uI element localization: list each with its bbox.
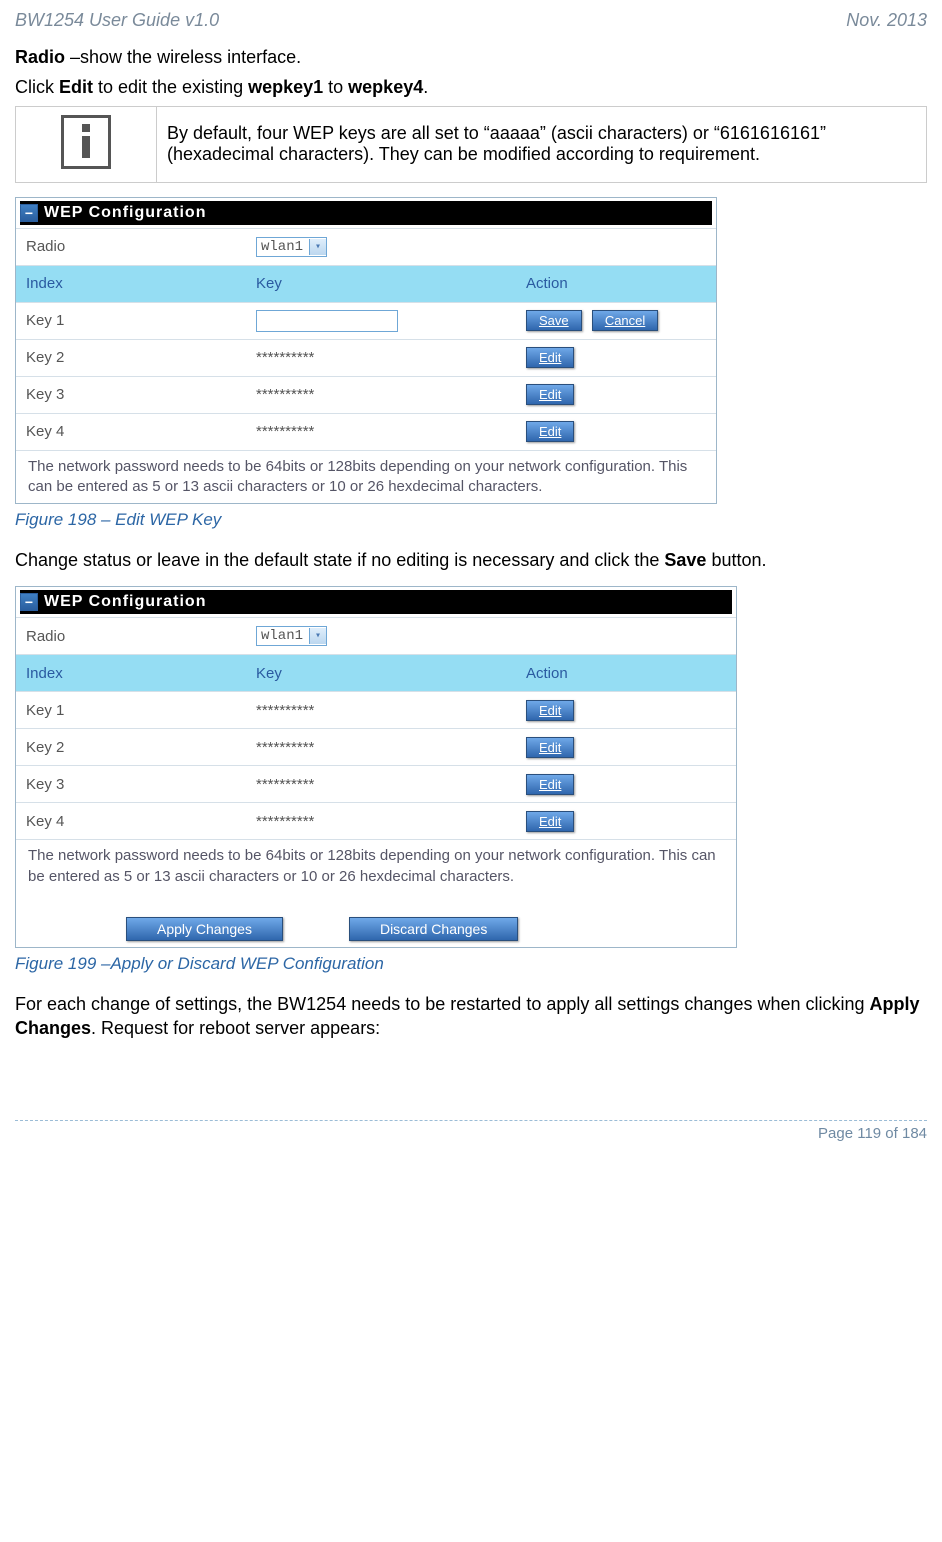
collapse-icon[interactable]: − — [20, 204, 38, 222]
edit-button[interactable]: Edit — [526, 384, 574, 405]
t3: to edit the existing — [93, 77, 248, 97]
info-box: By default, four WEP keys are all set to… — [15, 106, 927, 183]
key1-input[interactable] — [256, 310, 398, 332]
edit-button[interactable]: Edit — [526, 737, 574, 758]
t7: . — [423, 77, 428, 97]
chevron-down-icon: ▾ — [309, 239, 326, 255]
col-key: Key — [246, 269, 516, 298]
col-index: Index — [16, 269, 246, 298]
fig2-row-2: Key 2 ********** Edit — [16, 729, 736, 766]
fig1-radio-row: Radio wlan1 ▾ — [16, 229, 716, 266]
fig1-row2-index: Key 2 — [16, 343, 246, 372]
fig1-row-3: Key 3 ********** Edit — [16, 377, 716, 414]
fig2-row2-key: ********** — [246, 733, 516, 762]
fig2-row-4: Key 4 ********** Edit — [16, 803, 736, 840]
edit-button[interactable]: Edit — [526, 700, 574, 721]
edit-button[interactable]: Edit — [526, 347, 574, 368]
fig2-row2-index: Key 2 — [16, 733, 246, 762]
radio-line: Radio –show the wireless interface. — [15, 45, 927, 69]
wep-config-fig1: − WEP Configuration Radio wlan1 ▾ Index … — [15, 197, 717, 505]
info-icon-cell — [16, 106, 157, 182]
fig1-title: WEP Configuration — [40, 202, 712, 224]
fig2-header-row: Index Key Action — [16, 655, 736, 692]
m2: Save — [664, 550, 706, 570]
fig2-row-1: Key 1 ********** Edit — [16, 692, 736, 729]
fig2-radio-label: Radio — [16, 622, 246, 651]
discard-changes-button[interactable]: Discard Changes — [349, 917, 518, 941]
t6: wepkey4 — [348, 77, 423, 97]
cancel-button[interactable]: Cancel — [592, 310, 658, 331]
page-number: Page 119 of 184 — [818, 1125, 927, 1142]
edit-button[interactable]: Edit — [526, 811, 574, 832]
fig1-row-1: Key 1 Save Cancel — [16, 303, 716, 340]
mid-text: Change status or leave in the default st… — [15, 548, 927, 572]
fig2-row3-key: ********** — [246, 770, 516, 799]
col-action: Action — [516, 659, 736, 688]
fig1-row4-key: ********** — [246, 417, 516, 446]
fig2-row3-index: Key 3 — [16, 770, 246, 799]
fig1-row3-key: ********** — [246, 380, 516, 409]
edit-button[interactable]: Edit — [526, 774, 574, 795]
col-index: Index — [16, 659, 246, 688]
fig2-note: The network password needs to be 64bits … — [16, 840, 736, 893]
fig1-radio-value: wlan1 — [261, 239, 303, 255]
fig1-row3-index: Key 3 — [16, 380, 246, 409]
caption-199: Figure 199 –Apply or Discard WEP Configu… — [15, 954, 927, 974]
fig1-radio-label: Radio — [16, 232, 246, 261]
apply-discard-row: Apply Changes Discard Changes — [16, 893, 736, 947]
fig2-title: WEP Configuration — [40, 591, 732, 613]
page-header: BW1254 User Guide v1.0 Nov. 2013 — [15, 10, 927, 39]
fig1-row-4: Key 4 ********** Edit — [16, 414, 716, 451]
caption-198: Figure 198 – Edit WEP Key — [15, 510, 927, 530]
fig2-row4-index: Key 4 — [16, 807, 246, 836]
fig1-header-row: Index Key Action — [16, 266, 716, 303]
edit-line: Click Edit to edit the existing wepkey1 … — [15, 75, 927, 99]
fig1-row2-key: ********** — [246, 343, 516, 372]
fig1-row4-index: Key 4 — [16, 417, 246, 446]
info-text: By default, four WEP keys are all set to… — [157, 106, 927, 182]
t2: Edit — [59, 77, 93, 97]
fig2-radio-row: Radio wlan1 ▾ — [16, 618, 736, 655]
t1: Click — [15, 77, 59, 97]
c3: . Request for reboot server appears: — [91, 1018, 380, 1038]
fig1-radio-select[interactable]: wlan1 ▾ — [256, 237, 327, 257]
fig2-row4-key: ********** — [246, 807, 516, 836]
col-key: Key — [246, 659, 516, 688]
fig1-title-row: − WEP Configuration — [16, 198, 716, 229]
wep-config-fig2: − WEP Configuration Radio wlan1 ▾ Index … — [15, 586, 737, 948]
radio-label: Radio — [15, 47, 65, 67]
t5: to — [323, 77, 348, 97]
fig2-radio-select[interactable]: wlan1 ▾ — [256, 626, 327, 646]
fig2-row1-index: Key 1 — [16, 696, 246, 725]
header-left: BW1254 User Guide v1.0 — [15, 10, 219, 31]
edit-button[interactable]: Edit — [526, 421, 574, 442]
fig2-title-row: − WEP Configuration — [16, 587, 736, 618]
m3: button. — [706, 550, 766, 570]
fig2-radio-value: wlan1 — [261, 628, 303, 644]
fig1-row-2: Key 2 ********** Edit — [16, 340, 716, 377]
fig1-note: The network password needs to be 64bits … — [16, 451, 716, 504]
apply-changes-button[interactable]: Apply Changes — [126, 917, 283, 941]
col-action: Action — [516, 269, 716, 298]
m1: Change status or leave in the default st… — [15, 550, 664, 570]
radio-desc: –show the wireless interface. — [65, 47, 301, 67]
fig1-row1-index: Key 1 — [16, 306, 246, 335]
c1: For each change of settings, the BW1254 … — [15, 994, 870, 1014]
page-footer: Page 119 of 184 — [15, 1120, 927, 1142]
chevron-down-icon: ▾ — [309, 628, 326, 644]
header-right: Nov. 2013 — [846, 10, 927, 31]
info-icon — [61, 115, 111, 169]
fig2-row-3: Key 3 ********** Edit — [16, 766, 736, 803]
fig2-row1-key: ********** — [246, 696, 516, 725]
closing-text: For each change of settings, the BW1254 … — [15, 992, 927, 1041]
collapse-icon[interactable]: − — [20, 593, 38, 611]
t4: wepkey1 — [248, 77, 323, 97]
save-button[interactable]: Save — [526, 310, 582, 331]
